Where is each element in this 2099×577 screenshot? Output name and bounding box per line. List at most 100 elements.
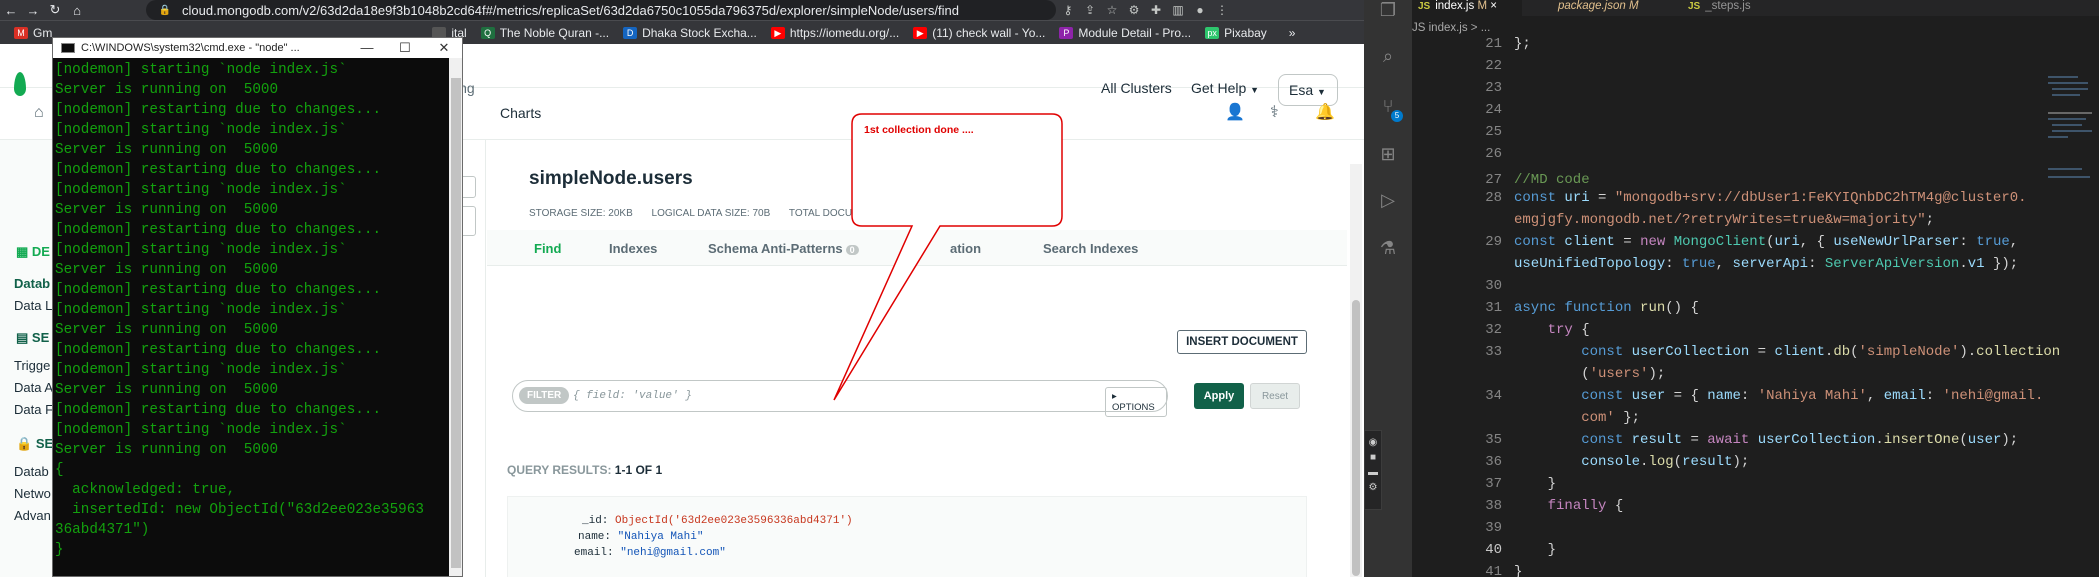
query-results-label: QUERY RESULTS: 1-1 OF 1: [507, 463, 662, 477]
explorer-icon[interactable]: ❐: [1376, 0, 1400, 24]
document-card[interactable]: _id: ObjectId('63d2ee023e3596336abd4371'…: [507, 496, 1307, 577]
extensions-icon[interactable]: ⊞: [1376, 144, 1400, 168]
id-value: ObjectId('63d2ee023e3596336abd4371'): [615, 515, 853, 527]
code-line-37: }: [1514, 476, 1557, 492]
menu-icon[interactable]: ⋮: [1214, 3, 1230, 17]
cmd-output[interactable]: [nodemon] starting `node index.js` Server…: [55, 60, 447, 576]
collection-title: simpleNode.users: [529, 168, 693, 189]
close-icon[interactable]: ✕: [425, 38, 462, 58]
tab-schema-label: Schema Anti-Patterns: [708, 241, 843, 256]
lock-icon[interactable]: 🔒: [154, 5, 176, 16]
page-scrollbar-thumb[interactable]: [1352, 300, 1360, 576]
apply-button[interactable]: Apply: [1194, 383, 1244, 409]
bell-icon[interactable]: 🔔: [1315, 102, 1335, 122]
insert-document-button[interactable]: INSERT DOCUMENT: [1177, 330, 1307, 354]
cmd-line: [nodemon] restarting due to changes...: [55, 342, 382, 358]
tab-steps-js[interactable]: JS _steps.js: [1682, 0, 1751, 16]
add-user-icon[interactable]: 👤: [1225, 102, 1245, 122]
run-debug-icon[interactable]: ▷: [1376, 190, 1400, 214]
email-value: "nehi@gmail.com": [620, 547, 726, 559]
tab-package-json[interactable]: package.json M: [1552, 0, 1639, 16]
js-icon: JS: [1418, 1, 1431, 12]
bookmark-item[interactable]: ▶ (11) check wall - Yo...: [913, 26, 1045, 40]
bookmark-item[interactable]: P Module Detail - Pro...: [1059, 26, 1191, 40]
reset-button[interactable]: Reset: [1250, 383, 1300, 409]
star-icon[interactable]: ☆: [1104, 3, 1120, 17]
bookmarks-more-button[interactable]: »: [1289, 26, 1296, 40]
line-number: 28: [1485, 190, 1502, 206]
cmd-scrollbar-thumb[interactable]: [451, 78, 461, 568]
tab-schema-anti-patterns[interactable]: Schema Anti-Patterns 0: [708, 241, 859, 256]
minimap[interactable]: [2048, 72, 2098, 192]
bookmark-item[interactable]: px Pixabay: [1205, 26, 1267, 40]
schema-count-badge: 0: [845, 245, 859, 255]
filter-input[interactable]: { field: 'value' }: [573, 390, 692, 402]
gear-icon[interactable]: ⚙: [1365, 482, 1381, 493]
profile-icon[interactable]: ●: [1192, 3, 1208, 17]
options-button[interactable]: ▸ OPTIONS: [1105, 387, 1167, 417]
bookmark-item[interactable]: Q The Noble Quran -...: [480, 26, 609, 40]
line-number: 23: [1485, 80, 1502, 96]
testing-icon[interactable]: ⚗: [1376, 238, 1400, 262]
address-bar[interactable]: 🔒 cloud.mongodb.com/v2/63d2da18e9f3b1048…: [146, 0, 1056, 20]
cmd-line: [nodemon] restarting due to changes...: [55, 102, 382, 118]
close-icon[interactable]: ×: [1490, 0, 1497, 12]
line-number: 35: [1485, 432, 1502, 448]
camera-icon[interactable]: ◉: [1365, 437, 1381, 448]
nav-triggers[interactable]: Trigge: [14, 358, 50, 373]
gear-icon[interactable]: ⚙: [1126, 3, 1142, 17]
bookmark-label: Dhaka Stock Excha...: [642, 25, 757, 40]
minimize-icon[interactable]: —: [348, 38, 386, 58]
nav-data-lake[interactable]: Data L: [14, 298, 52, 313]
code-editor[interactable]: 21 22 23 24 25 26 27 28 29 30 31 32 33 34 35 36 37 38 39 40…: [1412, 36, 2099, 577]
folder-icon[interactable]: ▬: [1365, 467, 1381, 478]
maximize-icon[interactable]: ☐: [386, 38, 424, 58]
tab-charts[interactable]: Charts: [500, 105, 541, 121]
cmd-line: [nodemon] starting `node index.js`: [55, 422, 347, 438]
tab-index-js[interactable]: JS index.js M ×: [1412, 0, 1522, 16]
forward-icon[interactable]: →: [22, 3, 44, 18]
floating-recorder-toolbar[interactable]: ◉ ■ ▬ ⚙: [1364, 430, 1382, 510]
nav-data-federation[interactable]: Data F: [14, 402, 53, 417]
line-number: 21: [1485, 36, 1502, 52]
activity-icon[interactable]: ⚕: [1270, 102, 1279, 122]
total-size: TOTAL SIZE: 20KB: [916, 208, 1003, 219]
nav-database-access[interactable]: Datab: [14, 464, 49, 479]
home-icon[interactable]: ⌂: [66, 3, 88, 18]
line-number: 27: [1485, 172, 1502, 188]
tab-find[interactable]: Find: [534, 241, 561, 256]
breadcrumb[interactable]: JS index.js > ...: [1412, 22, 1490, 34]
tab-search-indexes[interactable]: Search Indexes: [1043, 241, 1138, 256]
search-icon[interactable]: ⌕: [1376, 46, 1400, 70]
nav-advanced[interactable]: Advan: [14, 508, 51, 523]
cmd-titlebar[interactable]: C:\WINDOWS\system32\cmd.exe - "node" ...…: [53, 38, 462, 58]
filter-bar[interactable]: FILTER { field: 'value' } ▸ OPTIONS: [512, 380, 1168, 417]
sidepanel-icon[interactable]: ▥: [1170, 3, 1186, 17]
nav-network-access[interactable]: Netwo: [14, 486, 51, 501]
cmd-line: 36abd4371"): [55, 522, 150, 538]
nav-databases[interactable]: Datab: [14, 276, 50, 291]
reload-icon[interactable]: ↻: [44, 2, 66, 18]
services-label: SE: [31, 330, 50, 345]
home-icon[interactable]: ⌂: [34, 104, 44, 122]
tab-index-badge: M: [1477, 0, 1488, 12]
code-line-27: //MD code: [1514, 172, 1590, 188]
back-icon[interactable]: ←: [0, 3, 22, 18]
tab-aggregation[interactable]: ation: [950, 241, 981, 256]
puzzle-icon[interactable]: ✚: [1148, 3, 1164, 17]
tab-indexes[interactable]: Indexes: [609, 241, 657, 256]
collection-view: simpleNode.users STORAGE SIZE: 20KB LOGI…: [487, 140, 1347, 577]
video-icon[interactable]: ■: [1365, 452, 1381, 463]
tab-steps-label: _steps.js: [1705, 0, 1751, 12]
bookmark-item[interactable]: M Gm: [14, 26, 52, 40]
bookmark-item[interactable]: ▶ https://iomedu.org/...: [770, 26, 899, 40]
filter-chip: FILTER: [519, 387, 570, 404]
line-number: 29: [1485, 234, 1502, 250]
cmd-line: [nodemon] restarting due to changes...: [55, 222, 382, 238]
nav-data-api[interactable]: Data A: [14, 380, 53, 395]
bookmark-item[interactable]: D Dhaka Stock Excha...: [623, 26, 757, 40]
key-icon[interactable]: ⚷: [1060, 3, 1076, 17]
cmd-line: [nodemon] starting `node index.js`: [55, 242, 347, 258]
share-icon[interactable]: ⇪: [1082, 3, 1098, 17]
cmd-title: C:\WINDOWS\system32\cmd.exe - "node" ...: [81, 42, 300, 54]
